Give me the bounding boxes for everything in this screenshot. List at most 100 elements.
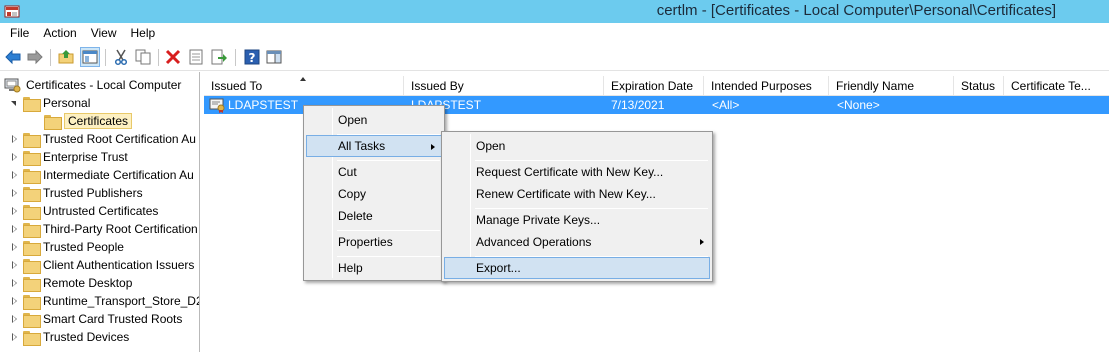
menu-item-all-tasks[interactable]: All Tasks bbox=[306, 135, 442, 157]
column-header-label: Friendly Name bbox=[836, 79, 915, 93]
submenu-item-open[interactable]: Open bbox=[444, 135, 710, 157]
tree-item-smart-card[interactable]: Smart Card Trusted Roots bbox=[10, 310, 182, 328]
menu-help[interactable]: Help bbox=[124, 26, 163, 40]
tree-item-trusted-root[interactable]: Trusted Root Certification Au bbox=[10, 130, 196, 148]
all-tasks-submenu: Open Request Certificate with New Key...… bbox=[441, 131, 713, 282]
context-menu: Open All Tasks Cut Copy Delete Propertie… bbox=[303, 105, 445, 281]
tree-item-personal[interactable]: Personal bbox=[10, 94, 90, 112]
delete-icon[interactable] bbox=[164, 48, 182, 66]
tree-item-third-party[interactable]: Third-Party Root Certification bbox=[10, 220, 198, 238]
tree-item-untrusted[interactable]: Untrusted Certificates bbox=[10, 202, 158, 220]
submenu-item-renew-new-key[interactable]: Renew Certificate with New Key... bbox=[444, 183, 710, 205]
tree-item-client-auth[interactable]: Client Authentication Issuers bbox=[10, 256, 194, 274]
expand-arrow-icon[interactable] bbox=[10, 278, 20, 288]
tree-root-label: Certificates - Local Computer bbox=[26, 78, 182, 92]
folder-icon bbox=[23, 168, 41, 184]
tree-item-runtime-transport[interactable]: Runtime_Transport_Store_D2 bbox=[10, 292, 199, 310]
cut-icon[interactable] bbox=[112, 48, 130, 66]
help-icon[interactable]: ? bbox=[243, 48, 261, 66]
menu-file[interactable]: File bbox=[3, 26, 36, 40]
menu-item-delete[interactable]: Delete bbox=[306, 205, 442, 227]
title-bar: certlm - [Certificates - Local Computer\… bbox=[0, 0, 1109, 23]
tree-item-label: Trusted Devices bbox=[43, 330, 130, 344]
menu-item-open[interactable]: Open bbox=[306, 109, 442, 131]
tree-item-trusted-people[interactable]: Trusted People bbox=[10, 238, 124, 256]
forward-arrow-icon[interactable] bbox=[26, 48, 44, 66]
submenu-item-request-new-key[interactable]: Request Certificate with New Key... bbox=[444, 161, 710, 183]
tree-item-label: Trusted Root Certification Au bbox=[43, 132, 196, 146]
expand-arrow-icon[interactable] bbox=[10, 224, 20, 234]
window-title: certlm - [Certificates - Local Computer\… bbox=[656, 2, 1056, 19]
menu-view[interactable]: View bbox=[84, 26, 124, 40]
tree-item-label: Personal bbox=[43, 96, 91, 110]
tree-item-enterprise-trust[interactable]: Enterprise Trust bbox=[10, 148, 128, 166]
tree-item-label: Trusted Publishers bbox=[43, 186, 143, 200]
menu-item-properties[interactable]: Properties bbox=[306, 231, 442, 253]
folder-icon bbox=[23, 204, 41, 220]
tree-item-remote-desktop[interactable]: Remote Desktop bbox=[10, 274, 132, 292]
tree-item-certificates[interactable]: Certificates bbox=[41, 112, 133, 130]
tree-item-intermediate[interactable]: Intermediate Certification Au bbox=[10, 166, 194, 184]
menu-item-label: All Tasks bbox=[338, 139, 386, 153]
properties-icon[interactable] bbox=[187, 48, 205, 66]
collapse-arrow-icon[interactable] bbox=[10, 98, 20, 108]
tree-item-label: Trusted People bbox=[43, 240, 124, 254]
submenu-item-advanced-operations[interactable]: Advanced Operations bbox=[444, 231, 710, 253]
column-header-friendly-name[interactable]: Friendly Name bbox=[829, 76, 954, 96]
folder-icon bbox=[23, 240, 41, 256]
back-arrow-icon[interactable] bbox=[4, 48, 22, 66]
cell-friendly-name: <None> bbox=[837, 98, 880, 112]
folder-icon bbox=[23, 312, 41, 328]
submenu-item-export[interactable]: Export... bbox=[444, 257, 710, 279]
column-header-issued-to[interactable]: Issued To bbox=[204, 76, 404, 96]
menu-action[interactable]: Action bbox=[36, 26, 83, 40]
submenu-item-manage-private-keys[interactable]: Manage Private Keys... bbox=[444, 209, 710, 231]
folder-icon bbox=[23, 276, 41, 292]
expand-arrow-icon[interactable] bbox=[10, 296, 20, 306]
tree-item-label: Smart Card Trusted Roots bbox=[43, 312, 183, 326]
column-header-status[interactable]: Status bbox=[954, 76, 1004, 96]
certlm-app-icon[interactable] bbox=[4, 3, 20, 19]
toolbar: ? bbox=[0, 43, 1109, 71]
column-header-purposes[interactable]: Intended Purposes bbox=[704, 76, 829, 96]
expand-arrow-icon[interactable] bbox=[10, 242, 20, 252]
folder-icon bbox=[23, 186, 41, 202]
menu-item-copy[interactable]: Copy bbox=[306, 183, 442, 205]
expand-arrow-icon[interactable] bbox=[10, 152, 20, 162]
sort-ascending-icon bbox=[300, 77, 306, 81]
tree-item-label: Enterprise Trust bbox=[43, 150, 128, 164]
expand-arrow-icon[interactable] bbox=[10, 206, 20, 216]
show-hide-tree-icon[interactable] bbox=[80, 47, 100, 67]
expand-arrow-icon[interactable] bbox=[10, 134, 20, 144]
expand-arrow-icon[interactable] bbox=[10, 188, 20, 198]
folder-icon bbox=[23, 96, 41, 112]
column-header-template[interactable]: Certificate Te... bbox=[1004, 76, 1109, 96]
menu-item-cut[interactable]: Cut bbox=[306, 161, 442, 183]
column-header-issued-by[interactable]: Issued By bbox=[404, 76, 604, 96]
console-tree: Certificates - Local Computer Personal C… bbox=[0, 72, 200, 352]
submenu-arrow-icon bbox=[700, 239, 704, 245]
expand-arrow-icon[interactable] bbox=[10, 260, 20, 270]
tree-item-trusted-devices[interactable]: Trusted Devices bbox=[10, 328, 129, 346]
tree-item-label: Client Authentication Issuers bbox=[43, 258, 195, 272]
tree-item-trusted-publishers[interactable]: Trusted Publishers bbox=[10, 184, 143, 202]
column-header-expiration[interactable]: Expiration Date bbox=[604, 76, 704, 96]
folder-icon bbox=[23, 330, 41, 346]
column-header-label: Intended Purposes bbox=[711, 79, 812, 93]
list-header: Issued To Issued By Expiration Date Inte… bbox=[204, 76, 1109, 96]
expand-arrow-icon[interactable] bbox=[10, 170, 20, 180]
tree-item-label: Untrusted Certificates bbox=[43, 204, 159, 218]
folder-icon bbox=[23, 222, 41, 238]
up-folder-icon[interactable] bbox=[57, 48, 75, 66]
folder-icon bbox=[23, 258, 41, 274]
export-list-icon[interactable] bbox=[210, 48, 228, 66]
action-pane-icon[interactable] bbox=[265, 48, 283, 66]
submenu-arrow-icon bbox=[431, 144, 435, 150]
expand-arrow-icon[interactable] bbox=[10, 314, 20, 324]
tree-root[interactable]: Certificates - Local Computer bbox=[4, 76, 181, 94]
menu-item-help[interactable]: Help bbox=[306, 257, 442, 279]
folder-icon bbox=[44, 114, 62, 130]
certificate-icon bbox=[209, 98, 225, 113]
expand-arrow-icon[interactable] bbox=[10, 332, 20, 342]
copy-icon[interactable] bbox=[134, 48, 152, 66]
